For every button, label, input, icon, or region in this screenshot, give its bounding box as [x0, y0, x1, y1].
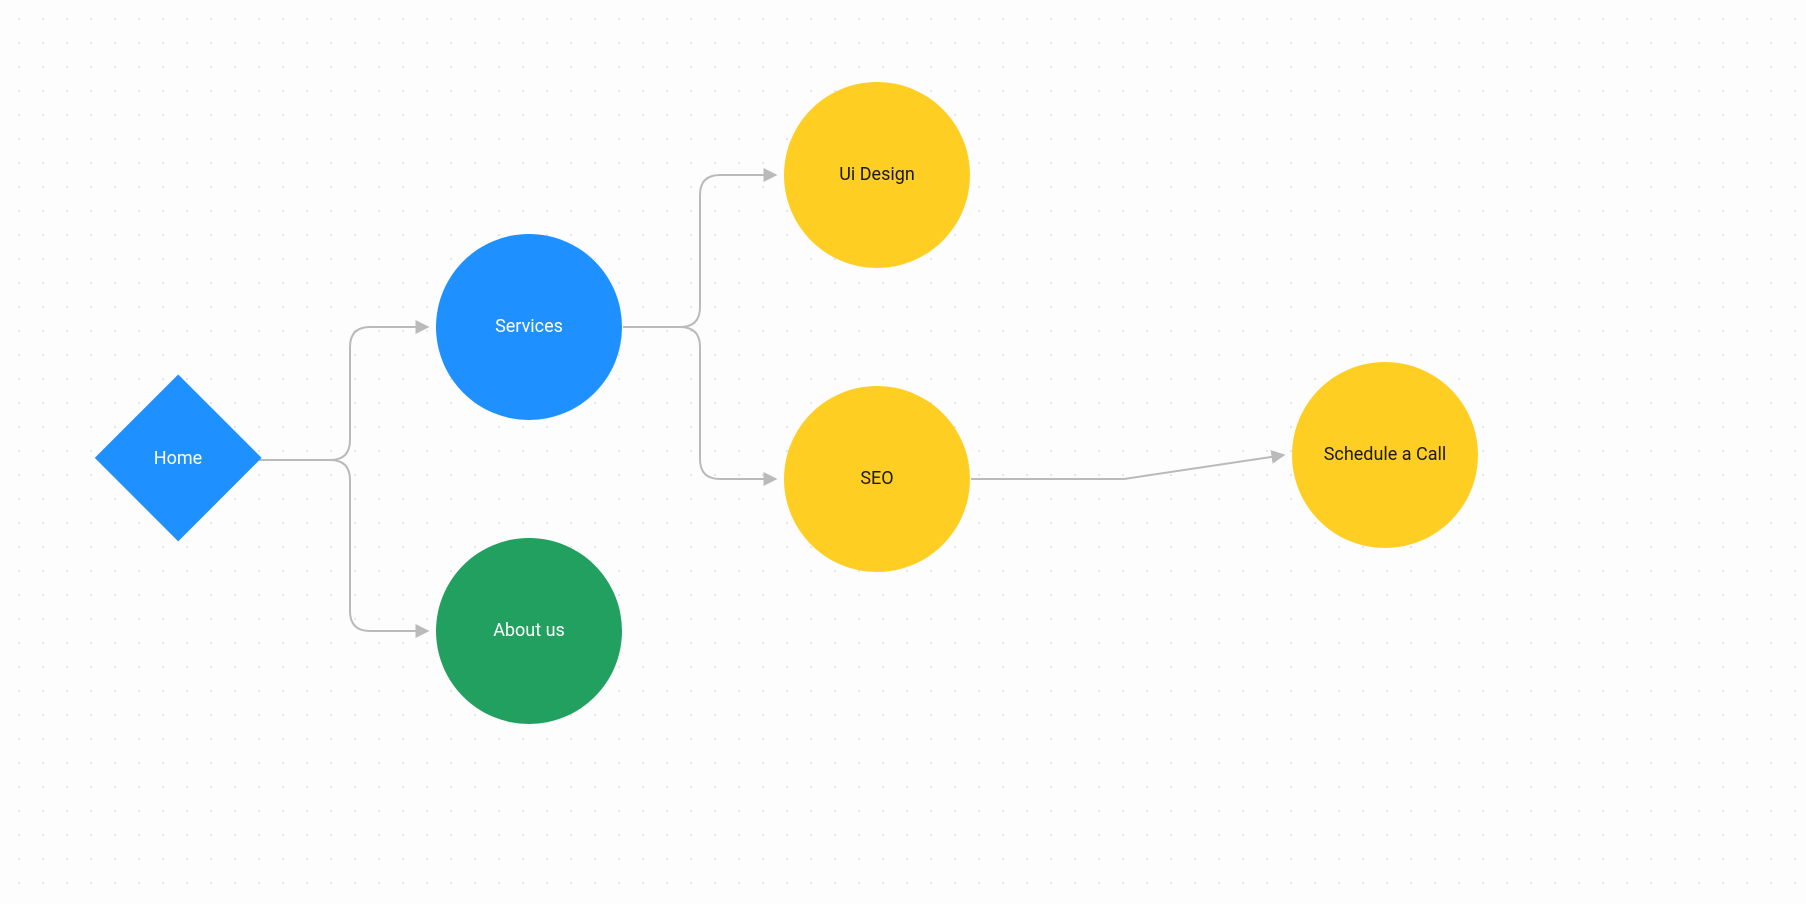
node-about-label: About us [481, 608, 577, 655]
node-about[interactable]: About us [436, 538, 622, 724]
node-services[interactable]: Services [436, 234, 622, 420]
edge-home-about[interactable] [256, 460, 428, 631]
node-schedule[interactable]: Schedule a Call [1292, 362, 1478, 548]
node-services-label: Services [483, 304, 575, 351]
node-uidesign-label: Ui Design [827, 152, 927, 199]
node-uidesign[interactable]: Ui Design [784, 82, 970, 268]
node-schedule-label: Schedule a Call [1312, 432, 1459, 479]
node-home-label: Home [154, 448, 202, 469]
edge-seo-schedule[interactable] [971, 455, 1284, 479]
diagram-canvas[interactable]: Home Services About us Ui Design SEO Sch… [0, 0, 1806, 904]
node-seo[interactable]: SEO [784, 386, 970, 572]
node-seo-label: SEO [848, 456, 905, 503]
edge-services-seo[interactable] [623, 327, 776, 479]
node-home[interactable]: Home [98, 378, 258, 538]
edge-services-uidesign[interactable] [623, 175, 776, 327]
edge-home-services[interactable] [256, 327, 428, 460]
